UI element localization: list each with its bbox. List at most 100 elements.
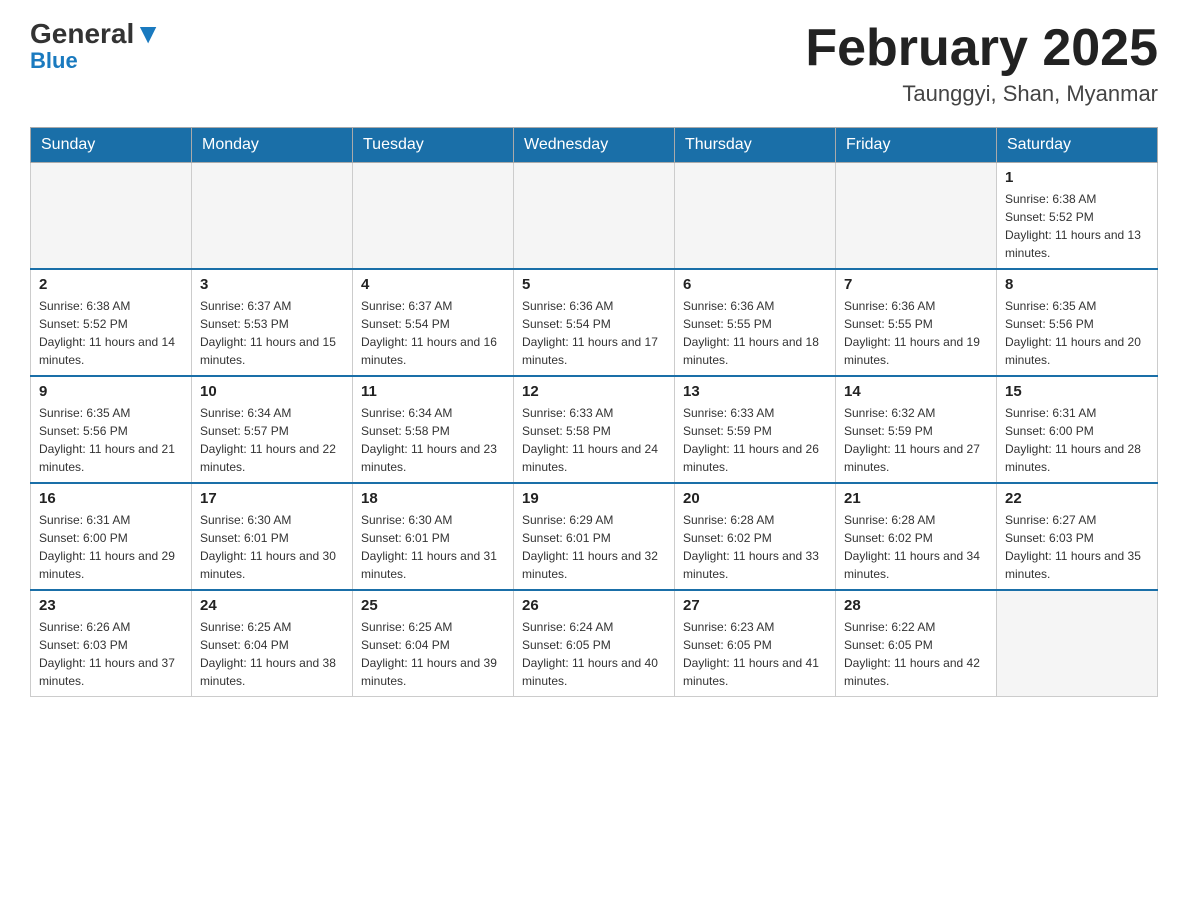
day-number: 12 (522, 383, 666, 400)
table-row: 9 Sunrise: 6:35 AMSunset: 5:56 PMDaylight… (31, 376, 192, 483)
table-row: 27Sunrise: 6:23 AMSunset: 6:05 PMDayligh… (675, 590, 836, 697)
day-info: Sunrise: 6:36 AMSunset: 5:55 PMDaylight:… (683, 297, 827, 369)
table-row (514, 163, 675, 270)
day-number: 3 (200, 276, 344, 293)
day-info: Sunrise: 6:22 AMSunset: 6:05 PMDaylight:… (844, 618, 988, 690)
day-number: 2 (39, 276, 183, 293)
day-info: Sunrise: 6:28 AMSunset: 6:02 PMDaylight:… (683, 511, 827, 583)
day-number: 6 (683, 276, 827, 293)
day-number: 11 (361, 383, 505, 400)
table-row: 6 Sunrise: 6:36 AMSunset: 5:55 PMDaylight… (675, 269, 836, 376)
day-info: Sunrise: 6:36 AMSunset: 5:54 PMDaylight:… (522, 297, 666, 369)
table-row: 2 Sunrise: 6:38 AMSunset: 5:52 PMDaylight… (31, 269, 192, 376)
table-row: 8 Sunrise: 6:35 AMSunset: 5:56 PMDaylight… (997, 269, 1158, 376)
day-number: 14 (844, 383, 988, 400)
calendar-week-row: 9 Sunrise: 6:35 AMSunset: 5:56 PMDaylight… (31, 376, 1158, 483)
table-row: 22 Sunrise: 6:27 AMSunset: 6:03 PMDayligh… (997, 483, 1158, 590)
day-info: Sunrise: 6:33 AMSunset: 5:59 PMDaylight:… (683, 404, 827, 476)
day-info: Sunrise: 6:25 AMSunset: 6:04 PMDaylight:… (200, 618, 344, 690)
col-tuesday: Tuesday (353, 128, 514, 163)
day-number: 20 (683, 490, 827, 507)
table-row: 11Sunrise: 6:34 AMSunset: 5:58 PMDayligh… (353, 376, 514, 483)
day-info: Sunrise: 6:34 AMSunset: 5:57 PMDaylight:… (200, 404, 344, 476)
table-row: 24 Sunrise: 6:25 AMSunset: 6:04 PMDayligh… (192, 590, 353, 697)
table-row: 4Sunrise: 6:37 AMSunset: 5:54 PMDaylight… (353, 269, 514, 376)
logo-general-text: General▼ (30, 20, 162, 48)
calendar-week-row: 23Sunrise: 6:26 AMSunset: 6:03 PMDayligh… (31, 590, 1158, 697)
day-number: 22 (1005, 490, 1149, 507)
day-info: Sunrise: 6:28 AMSunset: 6:02 PMDaylight:… (844, 511, 988, 583)
day-number: 18 (361, 490, 505, 507)
day-number: 1 (1005, 169, 1149, 186)
table-row: 20 Sunrise: 6:28 AMSunset: 6:02 PMDayligh… (675, 483, 836, 590)
table-row: 25 Sunrise: 6:25 AMSunset: 6:04 PMDayligh… (353, 590, 514, 697)
day-info: Sunrise: 6:37 AMSunset: 5:53 PMDaylight:… (200, 297, 344, 369)
col-wednesday: Wednesday (514, 128, 675, 163)
table-row: 21 Sunrise: 6:28 AMSunset: 6:02 PMDayligh… (836, 483, 997, 590)
day-info: Sunrise: 6:38 AMSunset: 5:52 PMDaylight:… (1005, 190, 1149, 262)
table-row: 1 Sunrise: 6:38 AMSunset: 5:52 PMDaylight… (997, 163, 1158, 270)
location-title: Taunggyi, Shan, Myanmar (805, 81, 1158, 107)
day-number: 4 (361, 276, 505, 293)
day-info: Sunrise: 6:25 AMSunset: 6:04 PMDaylight:… (361, 618, 505, 690)
table-row: 23Sunrise: 6:26 AMSunset: 6:03 PMDayligh… (31, 590, 192, 697)
day-number: 13 (683, 383, 827, 400)
day-number: 5 (522, 276, 666, 293)
day-number: 9 (39, 383, 183, 400)
table-row: 16Sunrise: 6:31 AMSunset: 6:00 PMDayligh… (31, 483, 192, 590)
col-sunday: Sunday (31, 128, 192, 163)
day-number: 21 (844, 490, 988, 507)
day-number: 19 (522, 490, 666, 507)
day-number: 10 (200, 383, 344, 400)
table-row: 17 Sunrise: 6:30 AMSunset: 6:01 PMDayligh… (192, 483, 353, 590)
logo-triangle-icon: ▼ (134, 18, 162, 49)
day-number: 25 (361, 597, 505, 614)
day-number: 16 (39, 490, 183, 507)
table-row: 28 Sunrise: 6:22 AMSunset: 6:05 PMDayligh… (836, 590, 997, 697)
day-info: Sunrise: 6:24 AMSunset: 6:05 PMDaylight:… (522, 618, 666, 690)
day-info: Sunrise: 6:30 AMSunset: 6:01 PMDaylight:… (361, 511, 505, 583)
day-number: 26 (522, 597, 666, 614)
table-row (192, 163, 353, 270)
table-row (31, 163, 192, 270)
table-row: 18 Sunrise: 6:30 AMSunset: 6:01 PMDayligh… (353, 483, 514, 590)
day-number: 17 (200, 490, 344, 507)
table-row: 3 Sunrise: 6:37 AMSunset: 5:53 PMDaylight… (192, 269, 353, 376)
day-number: 24 (200, 597, 344, 614)
calendar-table: Sunday Monday Tuesday Wednesday Thursday… (30, 127, 1158, 697)
calendar-week-row: 1 Sunrise: 6:38 AMSunset: 5:52 PMDaylight… (31, 163, 1158, 270)
col-thursday: Thursday (675, 128, 836, 163)
day-info: Sunrise: 6:30 AMSunset: 6:01 PMDaylight:… (200, 511, 344, 583)
page-header: General▼ Blue February 2025 Taunggyi, Sh… (30, 20, 1158, 107)
calendar-week-row: 2 Sunrise: 6:38 AMSunset: 5:52 PMDaylight… (31, 269, 1158, 376)
day-number: 15 (1005, 383, 1149, 400)
table-row (836, 163, 997, 270)
table-row: 15 Sunrise: 6:31 AMSunset: 6:00 PMDayligh… (997, 376, 1158, 483)
table-row (997, 590, 1158, 697)
day-info: Sunrise: 6:32 AMSunset: 5:59 PMDaylight:… (844, 404, 988, 476)
day-number: 8 (1005, 276, 1149, 293)
day-info: Sunrise: 6:38 AMSunset: 5:52 PMDaylight:… (39, 297, 183, 369)
month-title: February 2025 (805, 20, 1158, 77)
table-row: 26 Sunrise: 6:24 AMSunset: 6:05 PMDayligh… (514, 590, 675, 697)
calendar-header-row: Sunday Monday Tuesday Wednesday Thursday… (31, 128, 1158, 163)
day-info: Sunrise: 6:35 AMSunset: 5:56 PMDaylight:… (39, 404, 183, 476)
table-row (675, 163, 836, 270)
day-info: Sunrise: 6:29 AMSunset: 6:01 PMDaylight:… (522, 511, 666, 583)
day-info: Sunrise: 6:31 AMSunset: 6:00 PMDaylight:… (1005, 404, 1149, 476)
table-row: 12 Sunrise: 6:33 AMSunset: 5:58 PMDayligh… (514, 376, 675, 483)
day-info: Sunrise: 6:27 AMSunset: 6:03 PMDaylight:… (1005, 511, 1149, 583)
day-number: 28 (844, 597, 988, 614)
table-row: 10 Sunrise: 6:34 AMSunset: 5:57 PMDayligh… (192, 376, 353, 483)
table-row: 5 Sunrise: 6:36 AMSunset: 5:54 PMDaylight… (514, 269, 675, 376)
day-info: Sunrise: 6:26 AMSunset: 6:03 PMDaylight:… (39, 618, 183, 690)
day-info: Sunrise: 6:36 AMSunset: 5:55 PMDaylight:… (844, 297, 988, 369)
day-info: Sunrise: 6:23 AMSunset: 6:05 PMDaylight:… (683, 618, 827, 690)
calendar-week-row: 16Sunrise: 6:31 AMSunset: 6:00 PMDayligh… (31, 483, 1158, 590)
table-row: 7 Sunrise: 6:36 AMSunset: 5:55 PMDaylight… (836, 269, 997, 376)
day-info: Sunrise: 6:33 AMSunset: 5:58 PMDaylight:… (522, 404, 666, 476)
day-info: Sunrise: 6:35 AMSunset: 5:56 PMDaylight:… (1005, 297, 1149, 369)
title-block: February 2025 Taunggyi, Shan, Myanmar (805, 20, 1158, 107)
table-row: 14 Sunrise: 6:32 AMSunset: 5:59 PMDayligh… (836, 376, 997, 483)
day-number: 7 (844, 276, 988, 293)
